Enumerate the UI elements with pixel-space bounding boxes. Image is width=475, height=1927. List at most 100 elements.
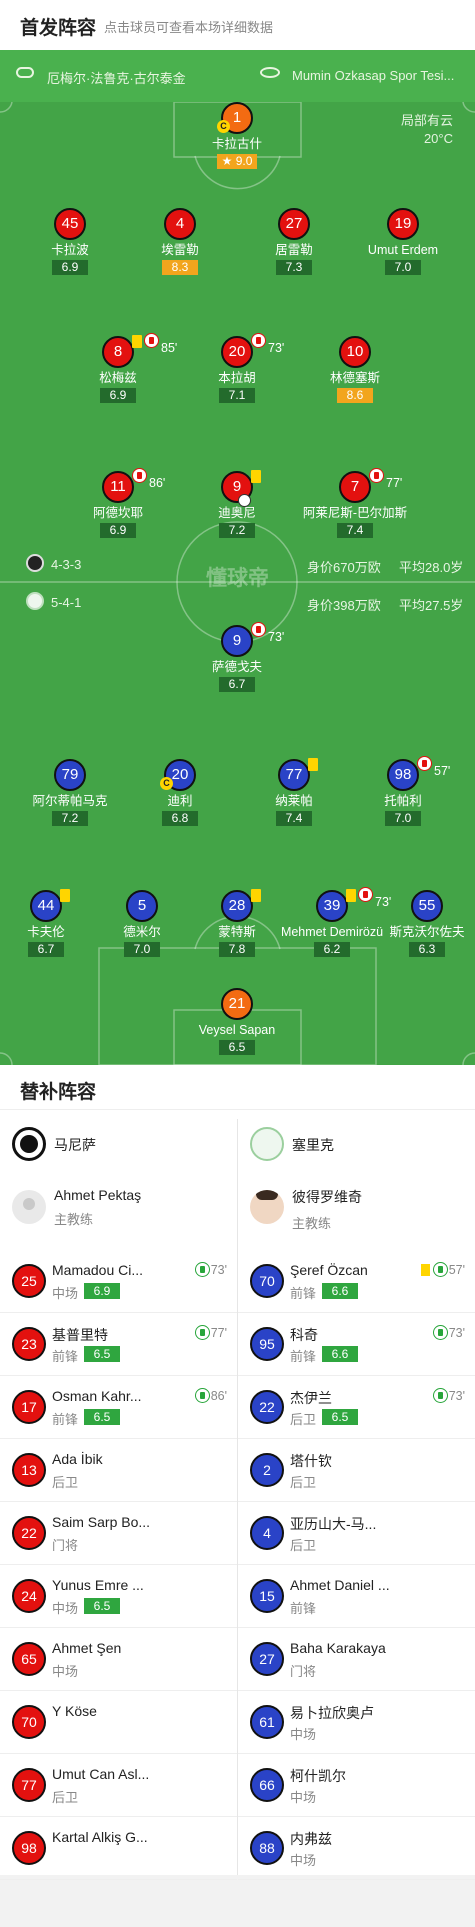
home-sub-row[interactable]: 98 Kartal Alkiş G...: [0, 1817, 237, 1880]
player-number: 44: [37, 897, 55, 914]
away-sub-row[interactable]: 2 塔什钦后卫: [238, 1439, 475, 1502]
player-p4[interactable]: 4 埃雷勒 8.3: [120, 208, 240, 276]
away-sub-row[interactable]: 22 杰伊兰 后卫 6.5 73': [238, 1376, 475, 1439]
player-number-badge: 79: [54, 759, 86, 791]
sub-position: 后卫: [290, 1475, 317, 1490]
sub-number-badge: 4: [250, 1516, 284, 1550]
away-sub-row[interactable]: 66 柯什凯尔 中场: [238, 1754, 475, 1817]
player-name: 本拉胡: [218, 371, 256, 385]
player-rating: 7.8: [219, 942, 255, 957]
away-sub-row[interactable]: 15 Ahmet Daniel ... 前锋: [238, 1565, 475, 1628]
sub-number-badge: 70: [250, 1264, 284, 1298]
sub-number-badge: 66: [250, 1768, 284, 1802]
sub-player-name: Ahmet Şen: [52, 1640, 122, 1656]
player-number-badge: 27: [278, 208, 310, 240]
home-sub-row[interactable]: 65 Ahmet Şen 中场: [0, 1628, 237, 1691]
player-p21[interactable]: 21 Veysel Sapan 6.5: [177, 988, 297, 1056]
sub-rating: 6.6: [322, 1283, 359, 1299]
player-rating: 6.7: [219, 677, 255, 692]
player-rating: 7.2: [219, 523, 255, 538]
yellow-card-icon: [132, 335, 142, 348]
home-sub-row[interactable]: 13 Ada İbik 后卫: [0, 1439, 237, 1502]
player-number: 20: [171, 766, 189, 783]
away-coach[interactable]: 彼得罗维奇 主教练: [292, 1187, 362, 1232]
yellow-card-icon: [308, 758, 318, 771]
player-name: 埃雷勒: [161, 243, 199, 257]
sub-player-name: 塔什钦: [290, 1453, 332, 1469]
player-p9h[interactable]: 9 迪奥尼 7.2: [177, 470, 297, 539]
sub-player-name: 科奇: [290, 1327, 318, 1343]
home-sub-row[interactable]: 25 Mamadou Ci... 中场 6.9 73': [0, 1250, 237, 1313]
away-sub-row[interactable]: 88 内弗兹 中场: [238, 1817, 475, 1880]
player-rating: 6.5: [219, 1040, 255, 1055]
player-number: 98: [394, 766, 412, 783]
goal-ball-icon: [238, 494, 251, 507]
home-sub-row[interactable]: 23 基普里特 前锋 6.5 77': [0, 1313, 237, 1376]
sub-position: 中场: [290, 1790, 317, 1805]
player-rating: 6.8: [162, 811, 198, 826]
home-team-age: 平均28.0岁: [399, 560, 464, 575]
player-rating: 7.0: [385, 811, 421, 826]
sub-number-badge: 2: [250, 1453, 284, 1487]
player-number-badge: 28: [221, 889, 261, 922]
home-coach[interactable]: Ahmet Pektaş 主教练: [54, 1187, 141, 1228]
player-number-badge: 20 C: [160, 759, 196, 791]
sub-event: 57': [420, 1262, 465, 1277]
player-name: Veysel Sapan: [198, 1023, 276, 1037]
away-team-logo-icon: [26, 592, 44, 610]
sub-player-name: Umut Can Asl...: [52, 1766, 150, 1782]
yellow-card-icon: [251, 470, 261, 483]
player-p9a[interactable]: 9 73' 萨德戈夫 6.7: [177, 622, 297, 693]
sub-rating: 6.5: [322, 1409, 359, 1425]
sub-number-badge: 23: [12, 1327, 46, 1361]
player-name: 林德塞斯: [329, 371, 380, 385]
sub-player-name: Ahmet Daniel ...: [290, 1577, 390, 1593]
player-name: 居雷勒: [275, 243, 313, 257]
away-sub-row[interactable]: 61 易卜拉欣奥卢 中场: [238, 1691, 475, 1754]
player-p20h[interactable]: 20 73' 本拉胡 7.1: [177, 333, 297, 404]
home-sub-row[interactable]: 24 Yunus Emre ... 中场 6.5: [0, 1565, 237, 1628]
player-p45[interactable]: 45 卡拉波 6.9: [10, 208, 130, 276]
home-team-name[interactable]: 马尼萨: [54, 1135, 96, 1155]
away-sub-row[interactable]: 4 亚历山大-马... 后卫: [238, 1502, 475, 1565]
away-sub-row[interactable]: 27 Baha Karakaya 门将: [238, 1628, 475, 1691]
player-p7[interactable]: 7 77' 阿莱尼斯-巴尔加斯 7.4: [295, 468, 415, 539]
sub-position: 后卫: [290, 1412, 317, 1427]
player-p11[interactable]: 11 86' 阿德坎耶 6.9: [58, 468, 178, 539]
sub-position: 中场: [52, 1286, 79, 1301]
sub-out-icon: [417, 756, 432, 771]
player-rating: 8.6: [337, 388, 373, 403]
away-sub-row[interactable]: 95 科奇 前锋 6.6 73': [238, 1313, 475, 1376]
away-sub-row[interactable]: 70 Şeref Özcan 前锋 6.6 57': [238, 1250, 475, 1313]
sub-number-badge: 17: [12, 1390, 46, 1424]
sub-player-name: Kartal Alkiş G...: [52, 1829, 148, 1845]
home-sub-row[interactable]: 22 Saim Sarp Bo... 门将: [0, 1502, 237, 1565]
away-team-name[interactable]: 塞里克: [292, 1135, 334, 1155]
player-number: 55: [418, 897, 436, 914]
sub-number-badge: 61: [250, 1705, 284, 1739]
sub-minute: 86': [210, 1389, 227, 1403]
sub-in-icon: [194, 1388, 210, 1403]
player-p77[interactable]: 77 纳莱帕 7.4: [234, 758, 354, 827]
player-p55[interactable]: 55 斯克沃尔佐夫 6.3: [367, 890, 475, 958]
sub-player-name: Baha Karakaya: [290, 1640, 386, 1656]
sub-event: 73': [432, 1388, 465, 1403]
player-number-badge: 55: [411, 890, 443, 922]
sub-in-icon: [194, 1262, 210, 1277]
sub-position: 后卫: [52, 1790, 79, 1805]
player-number-badge: 8 85': [102, 333, 177, 368]
player-p98[interactable]: 98 57' 托帕利 7.0: [343, 756, 463, 827]
player-p20a[interactable]: 20 C 迪利 6.8: [120, 759, 240, 827]
home-sub-row[interactable]: 70 Y Köse: [0, 1691, 237, 1754]
player-p1[interactable]: 1 C 卡拉古什 ★ 9.0: [177, 102, 297, 170]
player-p27[interactable]: 27 居雷勒 7.3: [234, 208, 354, 276]
player-p10[interactable]: 10 林德塞斯 8.6: [295, 336, 415, 404]
player-number: 20: [228, 343, 246, 360]
captain-icon: C: [160, 777, 173, 790]
home-sub-row[interactable]: 17 Osman Kahr... 前锋 6.5 86': [0, 1376, 237, 1439]
player-p19[interactable]: 19 Umut Erdem 7.0: [343, 208, 463, 276]
home-sub-row[interactable]: 77 Umut Can Asl... 后卫: [0, 1754, 237, 1817]
whistle-icon: [16, 67, 34, 78]
player-p79[interactable]: 79 阿尔蒂帕马克 7.2: [10, 759, 130, 827]
player-p8[interactable]: 8 85' 松梅兹 6.9: [58, 333, 178, 404]
